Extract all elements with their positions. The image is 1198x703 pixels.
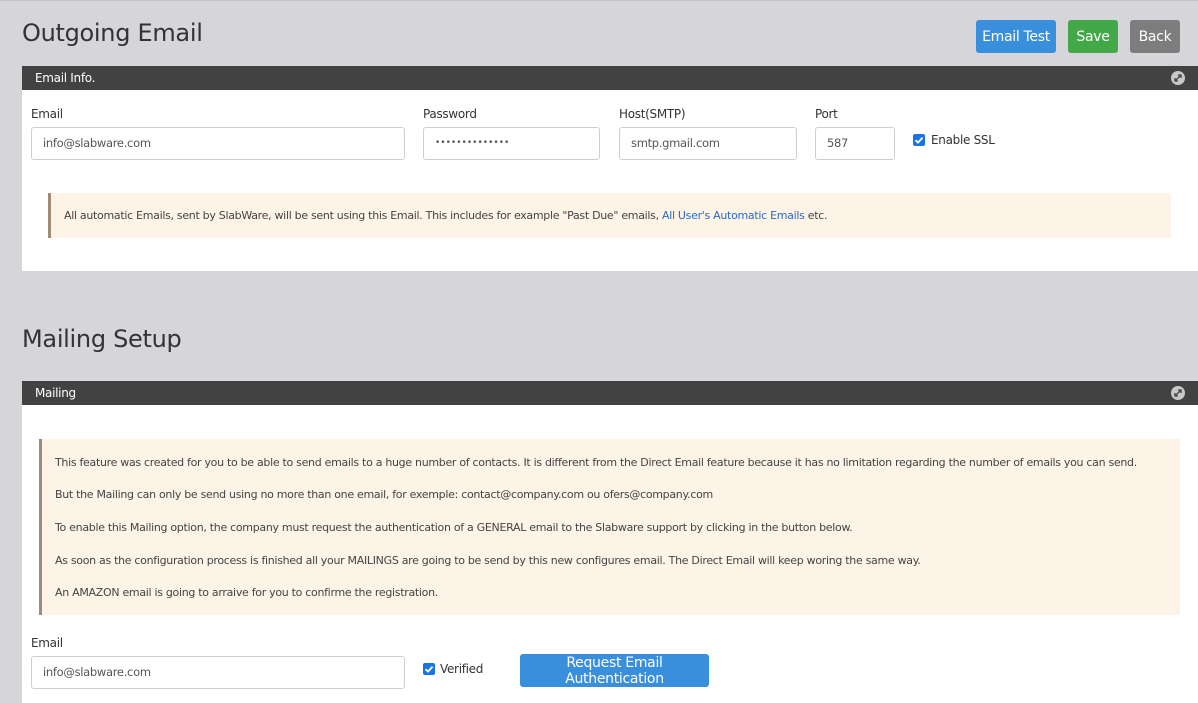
mailing-notice-line: To enable this Mailing option, the compa… <box>55 521 853 534</box>
outgoing-notice: All automatic Emails, sent by SlabWare, … <box>48 193 1171 238</box>
mailing-panel-title: Mailing <box>35 386 76 400</box>
mailing-notice: This feature was created for you to be a… <box>39 439 1180 615</box>
mailing-notice-line: As soon as the configuration process is … <box>55 554 921 567</box>
host-label: Host(SMTP) <box>619 107 686 121</box>
mailing-notice-line: But the Mailing can only be send using n… <box>55 488 713 501</box>
email-info-panel: Email Info. <box>22 66 1198 271</box>
expand-icon[interactable] <box>1171 71 1185 85</box>
port-field[interactable]: 587 <box>815 127 895 160</box>
enable-ssl-label: Enable SSL <box>931 133 995 147</box>
page-title-mailing-setup: Mailing Setup <box>22 325 182 353</box>
verified-checkbox[interactable] <box>423 663 435 675</box>
mailing-panel-header: Mailing <box>22 381 1198 405</box>
email-info-panel-header: Email Info. <box>22 66 1198 90</box>
email-field[interactable]: info@slabware.com <box>31 127 405 160</box>
host-field[interactable]: smtp.gmail.com <box>619 127 797 160</box>
automatic-emails-link[interactable]: All User's Automatic Emails <box>662 209 805 222</box>
mailing-notice-line: An AMAZON email is going to arraive for … <box>55 586 438 599</box>
password-field[interactable]: •••••••••••••• <box>423 127 600 160</box>
enable-ssl-checkbox[interactable] <box>913 134 925 146</box>
email-label: Email <box>31 107 63 121</box>
mailing-email-label: Email <box>31 636 63 650</box>
outgoing-notice-text: All automatic Emails, sent by SlabWare, … <box>64 209 828 222</box>
mailing-email-field[interactable]: info@slabware.com <box>31 656 405 689</box>
email-test-button[interactable]: Email Test <box>976 20 1056 53</box>
back-button[interactable]: Back <box>1130 20 1180 53</box>
save-button[interactable]: Save <box>1068 20 1118 53</box>
request-email-authentication-button[interactable]: Request Email Authentication <box>520 654 709 687</box>
expand-icon[interactable] <box>1171 386 1185 400</box>
port-label: Port <box>815 107 838 121</box>
email-info-panel-title: Email Info. <box>35 71 96 85</box>
password-label: Password <box>423 107 477 121</box>
verified-label: Verified <box>440 662 484 676</box>
page-title-outgoing-email: Outgoing Email <box>22 19 203 47</box>
mailing-notice-line: This feature was created for you to be a… <box>55 456 1137 469</box>
